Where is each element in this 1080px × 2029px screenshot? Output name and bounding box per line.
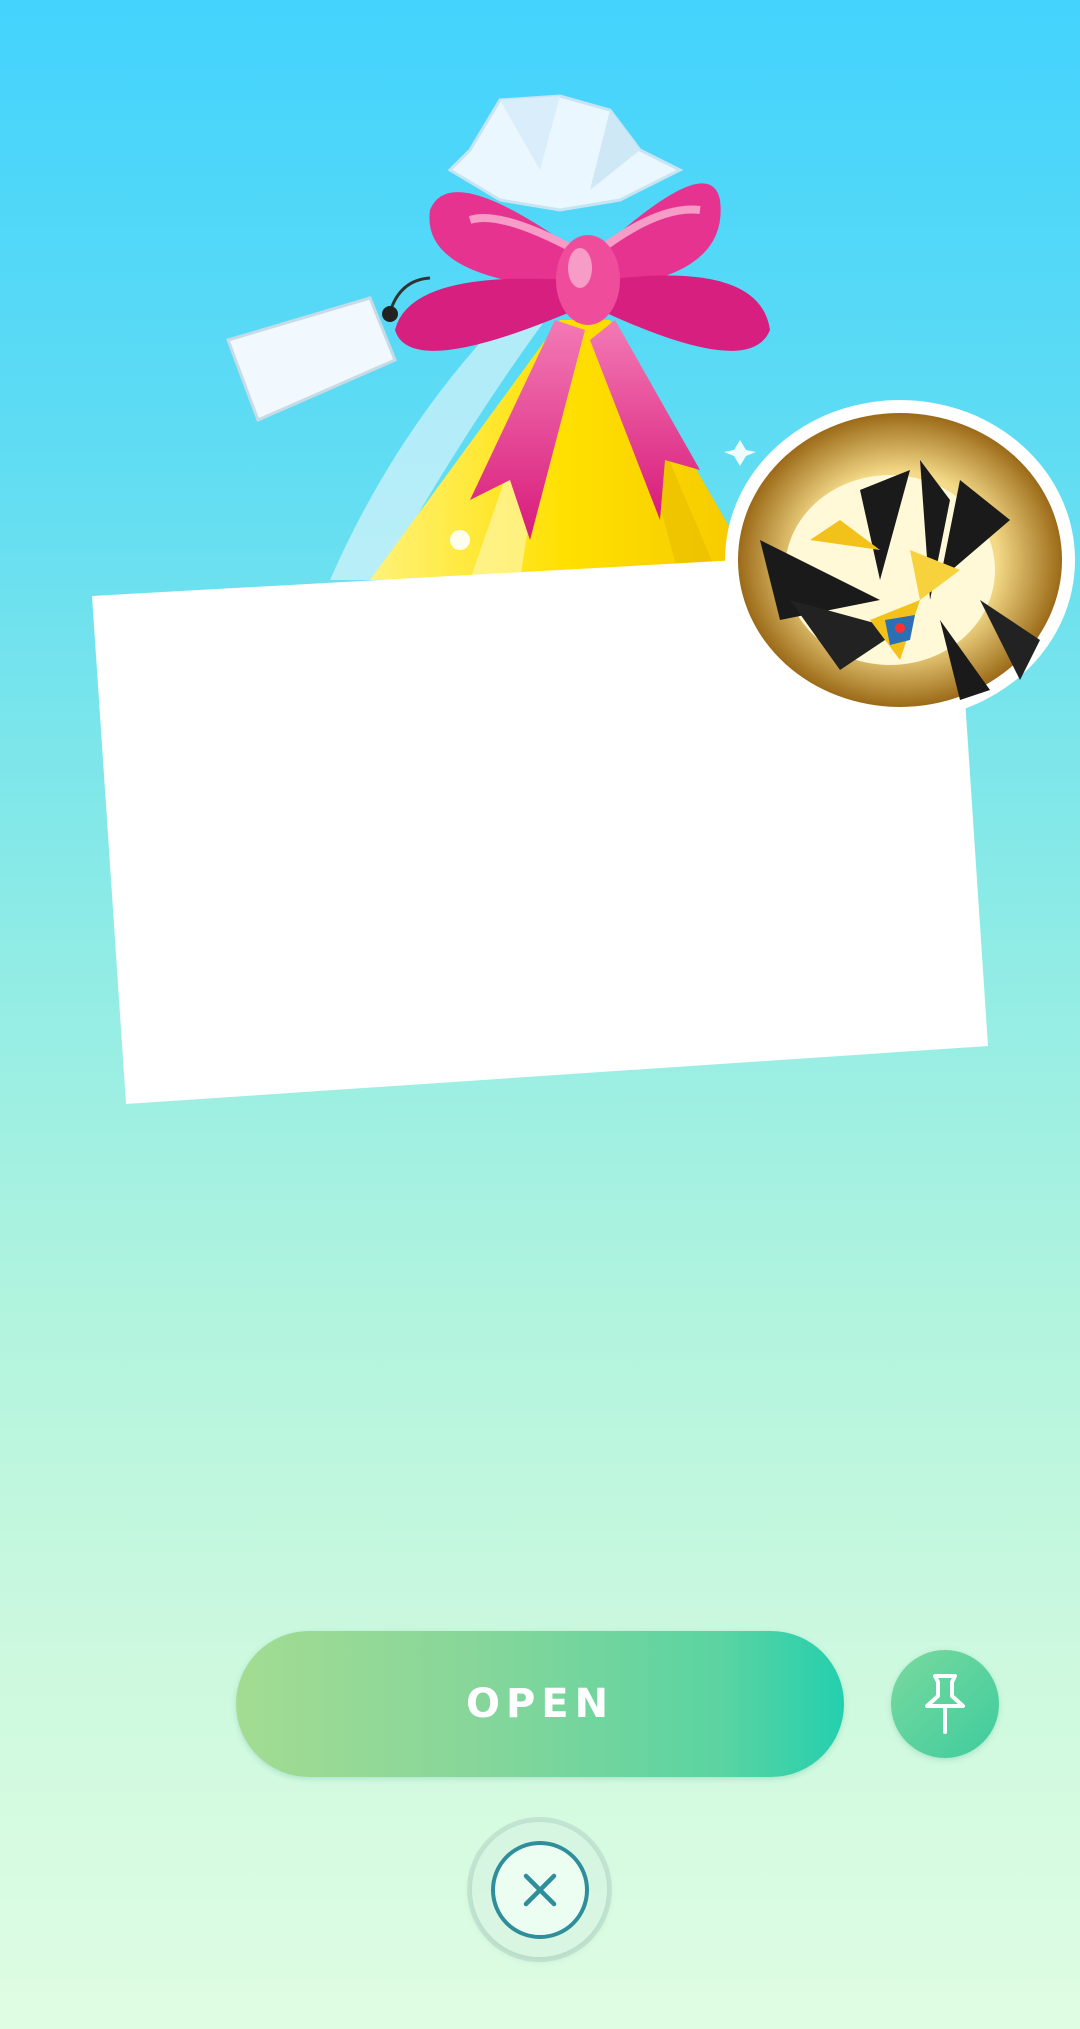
open-button[interactable]: OPEN (236, 1631, 844, 1777)
sparkle (724, 440, 756, 466)
open-button-label: OPEN (465, 1681, 615, 1727)
gift-tag (226, 276, 431, 423)
close-icon (523, 1873, 556, 1906)
pin-button[interactable] (891, 1650, 999, 1758)
close-button-ring (490, 1840, 589, 1939)
gift-illustration (92, 94, 1075, 1104)
close-button[interactable] (472, 1822, 607, 1957)
pin-icon (925, 1674, 965, 1734)
gift-tissue-paper (447, 94, 684, 212)
pokemon-sticker (725, 400, 1075, 720)
